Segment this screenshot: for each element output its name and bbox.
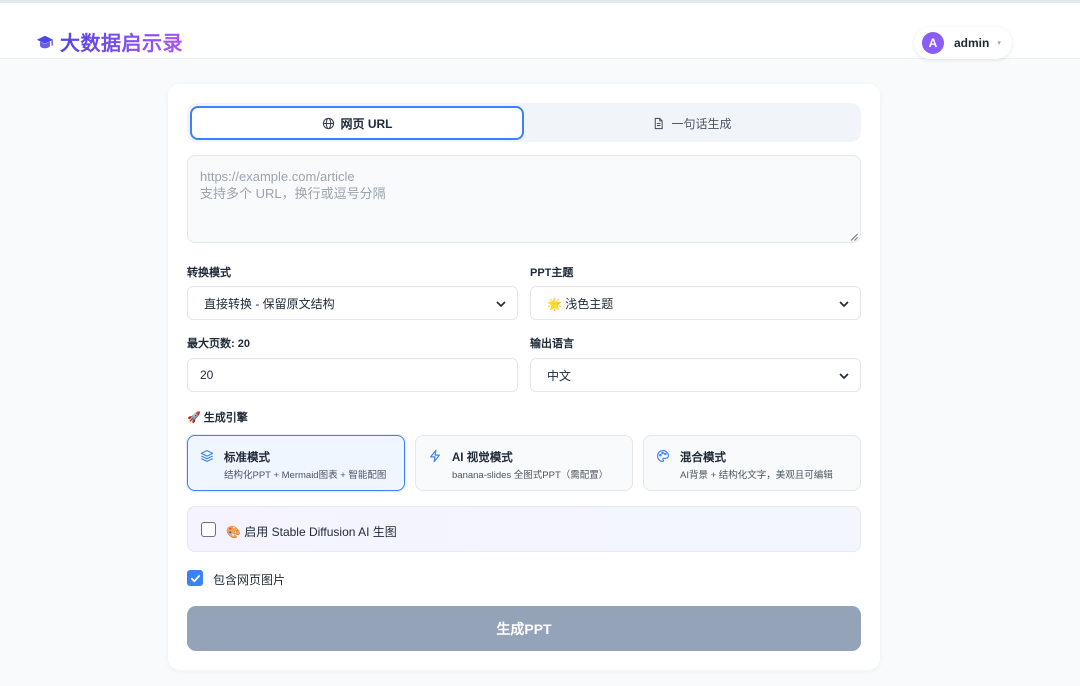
include-images-checkbox[interactable] — [187, 570, 203, 586]
username: admin — [954, 36, 990, 50]
include-images-label[interactable]: 包含网页图片 — [213, 571, 285, 588]
theme-select[interactable]: 🌟 浅色主题 — [530, 286, 861, 320]
generate-ppt-button[interactable]: 生成PPT — [187, 606, 861, 651]
stable-diffusion-option: 🎨 启用 Stable Diffusion AI 生图 — [187, 506, 861, 552]
brand-title: 大数据启示录 — [60, 27, 183, 56]
checkmark-icon — [190, 574, 200, 582]
mode-label: 转换模式 — [187, 267, 231, 279]
engine-title: 混合模式 — [680, 452, 726, 464]
chevron-down-icon — [839, 301, 849, 308]
stable-diffusion-label[interactable]: 🎨 启用 Stable Diffusion AI 生图 — [226, 523, 397, 540]
url-input[interactable] — [187, 155, 861, 243]
language-label: 输出语言 — [530, 338, 574, 350]
mode-value: 直接转换 - 保留原文结构 — [204, 296, 335, 311]
chevron-down-icon: ▾ — [997, 40, 1001, 47]
language-select[interactable]: 中文 — [530, 358, 861, 392]
language-value: 中文 — [547, 368, 572, 383]
theme-label: PPT主题 — [530, 267, 574, 279]
tab-label: 网页 URL — [340, 116, 393, 131]
chevron-down-icon — [839, 373, 849, 380]
engine-title: 标准模式 — [224, 452, 270, 464]
resize-handle-icon[interactable] — [850, 233, 858, 241]
document-icon — [655, 117, 664, 129]
engine-ai-visual[interactable]: AI 视觉模式 banana-slides 全图式PPT（需配置） — [415, 435, 633, 491]
tab-one-sentence[interactable]: 一句话生成 — [527, 106, 857, 140]
graduation-cap-icon — [36, 35, 54, 48]
layers-icon — [200, 450, 214, 462]
palette-icon — [657, 450, 669, 462]
engine-description: AI背景 + 结构化文字，美观且可编辑 — [680, 470, 833, 481]
max-pages-input[interactable] — [187, 358, 518, 392]
engine-hybrid[interactable]: 混合模式 AI背景 + 结构化文字，美观且可编辑 — [643, 435, 861, 491]
tab-web-url[interactable]: 网页 URL — [190, 106, 524, 140]
source-tabs: 网页 URL 一句话生成 — [187, 103, 861, 142]
lightning-icon — [430, 449, 440, 463]
avatar: A — [922, 32, 944, 54]
app-header: 大数据启示录 A admin ▾ — [0, 3, 1080, 59]
chevron-down-icon — [496, 301, 506, 308]
mode-select[interactable]: 直接转换 - 保留原文结构 — [187, 286, 518, 320]
theme-value: 🌟 浅色主题 — [547, 296, 614, 311]
stable-diffusion-checkbox[interactable] — [201, 522, 216, 537]
generator-card: 网页 URL 一句话生成 转换模式 直接转换 - 保留原文结构 PPT主题 🌟 … — [168, 84, 880, 670]
brand-logo[interactable]: 大数据启示录 — [36, 27, 183, 56]
engine-description: banana-slides 全图式PPT（需配置） — [452, 470, 609, 481]
engine-label: 🚀 生成引擎 — [187, 412, 248, 424]
engine-description: 结构化PPT + Mermaid图表 + 智能配图 — [224, 470, 387, 481]
globe-icon — [322, 117, 334, 129]
tab-label: 一句话生成 — [671, 116, 732, 131]
engine-title: AI 视觉模式 — [452, 452, 513, 464]
max-pages-label: 最大页数: 20 — [187, 338, 250, 350]
user-menu[interactable]: A admin ▾ — [914, 27, 1012, 59]
engine-standard[interactable]: 标准模式 结构化PPT + Mermaid图表 + 智能配图 — [187, 435, 405, 491]
